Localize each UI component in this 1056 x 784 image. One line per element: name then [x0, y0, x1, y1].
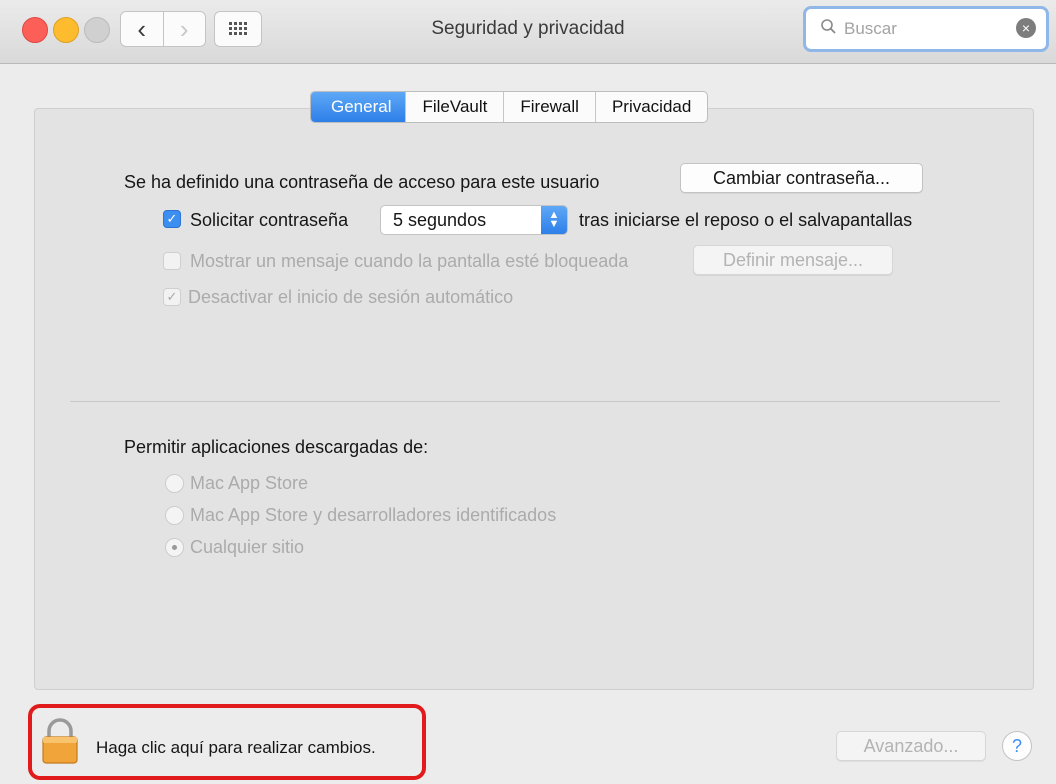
clear-search-icon[interactable]: × — [1016, 18, 1036, 38]
show-message-checkbox[interactable] — [163, 252, 181, 270]
set-message-button[interactable]: Definir mensaje... — [693, 245, 893, 275]
show-message-label: Mostrar un mensaje cuando la pantalla es… — [190, 251, 629, 271]
tab-bar: General FileVault Firewall Privacidad — [310, 91, 709, 123]
downloads-label: Permitir aplicaciones descargadas de: — [124, 437, 429, 457]
radio-anywhere[interactable] — [165, 538, 184, 557]
lock-icon[interactable] — [40, 718, 80, 764]
password-set-label: Se ha definido una contraseña de acceso … — [124, 172, 600, 192]
section-divider — [70, 401, 1000, 402]
tab-firewall[interactable]: Firewall — [503, 92, 595, 122]
tab-privacidad[interactable]: Privacidad — [594, 92, 707, 122]
radio-mac-app-store-label: Mac App Store — [190, 473, 309, 493]
search-icon — [821, 19, 836, 34]
updown-chevron-icon: ▲ ▼ — [541, 206, 567, 234]
require-password-checkbox[interactable]: ✓ — [163, 210, 181, 228]
settings-panel — [34, 108, 1034, 690]
radio-anywhere-label: Cualquier sitio — [190, 537, 305, 557]
search-placeholder: Buscar — [844, 19, 897, 38]
lock-text[interactable]: Haga clic aquí para realizar cambios. — [96, 738, 376, 758]
disable-auto-login-label: Desactivar el inicio de sesión automátic… — [188, 287, 514, 307]
radio-mac-app-store[interactable] — [165, 474, 184, 493]
password-delay-select[interactable]: 5 segundos ▲ ▼ — [380, 205, 568, 235]
search-field[interactable]: Buscar × — [803, 6, 1049, 52]
tab-filevault[interactable]: FileVault — [405, 92, 503, 122]
advanced-button[interactable]: Avanzado... — [836, 731, 986, 761]
require-password-label: Solicitar contraseña — [190, 210, 349, 230]
change-password-button[interactable]: Cambiar contraseña... — [680, 163, 923, 193]
tab-general[interactable]: General — [311, 92, 406, 122]
password-delay-value: 5 segundos — [393, 210, 487, 230]
require-password-suffix: tras iniciarse el reposo o el salvapanta… — [579, 210, 913, 230]
radio-identified-developers-label: Mac App Store y desarrolladores identifi… — [190, 505, 557, 525]
disable-auto-login-checkbox[interactable]: ✓ — [163, 288, 181, 306]
help-button[interactable]: ? — [1002, 731, 1032, 761]
title-bar: ‹ › Seguridad y privacidad Buscar × — [0, 0, 1056, 64]
radio-identified-developers[interactable] — [165, 506, 184, 525]
